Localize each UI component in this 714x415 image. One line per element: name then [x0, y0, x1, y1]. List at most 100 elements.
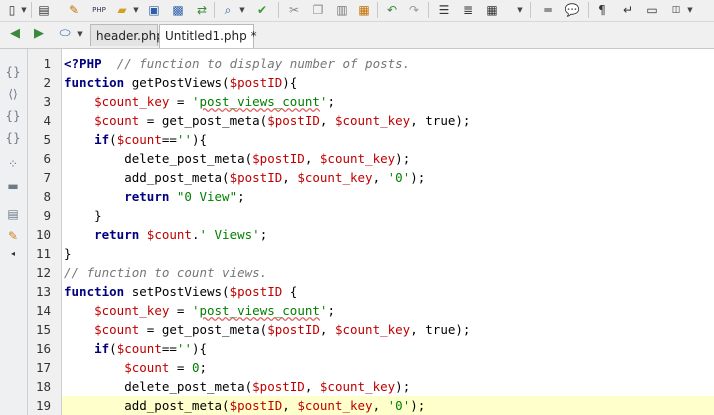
edit-icon[interactable]: ✎ — [66, 2, 82, 18]
code-token: '' — [176, 341, 192, 356]
code-token: "0 View" — [176, 189, 238, 204]
code-line[interactable]: function getPostViews($postID){ — [62, 73, 714, 92]
find-dropdown-icon[interactable]: ▼ — [238, 3, 246, 17]
align-left-icon[interactable]: ☰ — [436, 2, 452, 18]
list-icon[interactable]: ≣ — [460, 2, 476, 18]
more-icon[interactable]: ◫ — [668, 2, 684, 18]
back-arrow-icon[interactable]: ◀ — [6, 25, 24, 43]
redo-icon[interactable]: ↷ — [406, 2, 422, 18]
tab-header-php[interactable]: header.php — [90, 24, 164, 46]
main-toolbar: ▯ ▼ ▤ ✎ PHP ▰ ▼ ▣ ▩ ⇄ ⌕ ▼ ✔ ✂ ❐ ▥ ▦ ↶ ↷ … — [0, 0, 714, 22]
apply-format-icon[interactable]: ✎ — [4, 227, 22, 245]
copy-icon[interactable]: ❐ — [310, 2, 326, 18]
code-token: add_post_meta( — [64, 170, 230, 185]
table-icon[interactable]: ▦ — [484, 2, 500, 18]
table-dropdown-icon[interactable]: ▼ — [516, 3, 524, 17]
new-file-dropdown-icon[interactable]: ▼ — [20, 3, 28, 17]
code-token: $count_key — [297, 398, 373, 413]
code-line[interactable]: add_post_meta($postID, $count_key, '0'); — [62, 168, 714, 187]
hr-icon[interactable]: ═ — [540, 2, 556, 18]
block-icon[interactable]: ▬ — [4, 177, 22, 195]
code-token: = get_post_meta( — [139, 322, 268, 337]
code-line[interactable]: function setPostViews($postID { — [62, 282, 714, 301]
more-dropdown-icon[interactable]: ▼ — [686, 3, 694, 17]
code-line[interactable]: $count = get_post_meta($postID, $count_k… — [62, 320, 714, 339]
brace-toggle-icon[interactable]: {} — [4, 129, 22, 147]
line-number: 4 — [43, 113, 51, 128]
code-line[interactable]: } — [62, 206, 714, 225]
code-line[interactable]: $count = get_post_meta($postID, $count_k… — [62, 111, 714, 130]
code-line[interactable]: add_post_meta($postID, $count_key, '0'); — [62, 396, 714, 415]
code-token: } — [64, 246, 72, 261]
code-token: ; — [199, 360, 208, 375]
code-line[interactable]: delete_post_meta($postID, $count_key); — [62, 377, 714, 396]
toggle-panel-dropdown-icon[interactable]: ▼ — [76, 27, 84, 41]
toolbar-separator — [31, 2, 32, 18]
paste-icon[interactable]: ▥ — [334, 2, 350, 18]
code-token: $count — [116, 341, 162, 356]
line-number: 14 — [35, 303, 51, 318]
check-icon[interactable]: ✔ — [254, 2, 270, 18]
code-token: ); — [395, 379, 411, 394]
cut-icon[interactable]: ✂ — [286, 2, 302, 18]
brace-select-icon[interactable]: {} — [4, 63, 22, 81]
code-token: $count_key — [94, 94, 170, 109]
comment-icon[interactable]: 💬 — [564, 2, 580, 18]
new-file-icon[interactable]: ▯ — [4, 2, 20, 18]
open-folder-icon[interactable]: ▰ — [114, 2, 130, 18]
code-line[interactable]: $count_key = 'post_views_count'; — [62, 92, 714, 111]
code-line[interactable]: if($count==''){ — [62, 339, 714, 358]
toggle-panel-icon[interactable]: ⬭ — [54, 25, 76, 43]
open-dropdown-icon[interactable]: ▼ — [132, 3, 140, 17]
code-token: = — [169, 360, 192, 375]
snippet-icon[interactable]: ▤ — [4, 205, 22, 223]
indent-icon[interactable]: ⁘ — [4, 155, 22, 173]
code-token: ( — [109, 341, 117, 356]
code-token: $count — [124, 360, 170, 375]
code-token: $postID — [229, 398, 283, 413]
code-line[interactable]: } — [62, 244, 714, 263]
tag-icon[interactable]: ▭ — [644, 2, 660, 18]
line-number: 15 — [35, 322, 51, 337]
brace-collapse-icon[interactable]: {} — [4, 107, 22, 125]
code-token: if — [94, 132, 110, 147]
code-token: setPostViews( — [124, 284, 230, 299]
panel-expand-icon[interactable]: ◂ — [4, 245, 22, 263]
code-token: $postID — [229, 284, 283, 299]
code-token: $count — [116, 132, 162, 147]
save-all-icon[interactable]: ▩ — [170, 2, 186, 18]
sync-icon[interactable]: ⇄ — [194, 2, 210, 18]
code-line[interactable]: $count = 0; — [62, 358, 714, 377]
forward-arrow-icon[interactable]: ▶ — [30, 25, 48, 43]
code-token: $postID — [252, 151, 305, 166]
code-line[interactable]: $count_key = 'post_views_count'; — [62, 301, 714, 320]
line-number: 3 — [43, 94, 51, 109]
paste-special-icon[interactable]: ▦ — [356, 2, 372, 18]
code-line[interactable]: // function to count views. — [62, 263, 714, 282]
paragraph-icon[interactable]: ¶ — [596, 2, 608, 18]
undo-icon[interactable]: ↶ — [384, 2, 400, 18]
code-line[interactable]: return $count.' Views'; — [62, 225, 714, 244]
code-editor[interactable]: <?PHP // function to display number of p… — [62, 49, 714, 415]
code-token: , true); — [410, 322, 471, 337]
find-icon[interactable]: ⌕ — [220, 2, 236, 18]
code-line[interactable]: return "0 View"; — [62, 187, 714, 206]
php-file-icon[interactable]: ▤ — [36, 2, 52, 18]
code-line[interactable]: if($count==''){ — [62, 130, 714, 149]
line-number: 17 — [35, 360, 51, 375]
code-token: $count — [94, 322, 140, 337]
brace-expand-icon[interactable]: ⟨⟩ — [4, 85, 22, 103]
code-line[interactable]: <?PHP // function to display number of p… — [62, 54, 714, 73]
toolbar-separator — [214, 2, 215, 18]
tab-untitled1-php[interactable]: Untitled1.php * — [159, 24, 257, 48]
save-icon[interactable]: ▣ — [146, 2, 162, 18]
line-break-icon[interactable]: ↵ — [620, 2, 636, 18]
code-line[interactable]: delete_post_meta($postID, $count_key); — [62, 149, 714, 168]
line-number: 10 — [35, 227, 51, 242]
php-icon[interactable]: PHP — [90, 2, 108, 18]
